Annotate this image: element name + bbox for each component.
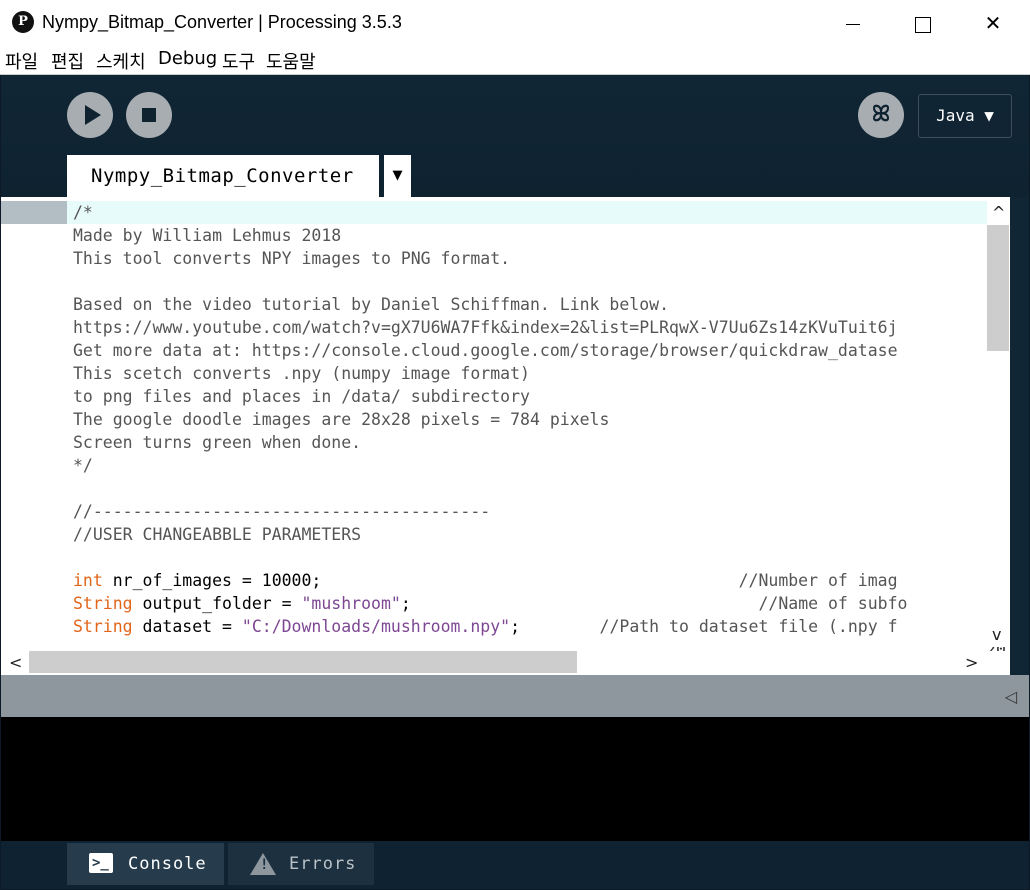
stop-button[interactable]: [126, 92, 172, 138]
code-token: to png files and places in /data/ subdir…: [73, 387, 530, 406]
tab-label: Nympy_Bitmap_Converter: [91, 165, 354, 187]
run-button[interactable]: [67, 92, 113, 138]
minimize-button[interactable]: [830, 0, 876, 46]
code-token: Get more data at: https://console.cloud.…: [73, 341, 898, 360]
menu-debug[interactable]: Debug: [158, 48, 217, 69]
tab-sketch[interactable]: Nympy_Bitmap_Converter: [67, 155, 379, 197]
code-line[interactable]: The google doodle images are 28x28 pixel…: [73, 408, 609, 431]
code-token: /*: [73, 203, 93, 222]
code-token: dataset =: [132, 617, 242, 636]
code-line[interactable]: Made by William Lehmus 2018: [73, 224, 341, 247]
stop-icon: [142, 108, 156, 122]
vertical-scroll-thumb[interactable]: [987, 225, 1009, 351]
code-editor[interactable]: 1234567891011121314151617181920 /*Made b…: [1, 197, 1010, 651]
console-tab-bar: >_ Console ! Errors: [1, 841, 1029, 889]
code-token: */: [73, 456, 93, 475]
play-icon: [85, 105, 101, 125]
mode-selector[interactable]: Java ▼: [918, 94, 1012, 138]
title-bar: P Nympy_Bitmap_Converter | Processing 3.…: [0, 0, 1030, 46]
code-token: String: [73, 594, 133, 613]
code-token: nr_of_images = 10000;: [102, 571, 322, 590]
code-token: //--------------------------------------…: [73, 502, 491, 521]
code-token: //USER CHANGEABBLE PARAMETERS: [73, 525, 362, 544]
menu-sketch[interactable]: 스케치: [96, 48, 146, 74]
code-token: Screen turns green when done.: [73, 433, 362, 452]
code-line[interactable]: */: [73, 454, 93, 477]
console-output[interactable]: [1, 717, 1029, 841]
tab-console[interactable]: >_ Console: [67, 843, 224, 885]
maximize-button[interactable]: [900, 0, 946, 46]
code-line[interactable]: Screen turns green when done.: [73, 431, 361, 454]
collapse-console-icon[interactable]: ◁: [1005, 687, 1017, 706]
code-line[interactable]: https://www.youtube.com/watch?v=gX7U6WA7…: [73, 316, 898, 339]
code-token: Made by William Lehmus 2018: [73, 226, 342, 245]
code-line[interactable]: Based on the video tutorial by Daniel Sc…: [73, 293, 669, 316]
status-bar: ◁: [1, 675, 1029, 717]
code-line[interactable]: Get more data at: https://console.cloud.…: [73, 339, 898, 362]
terminal-icon: >_: [89, 853, 113, 873]
debug-button[interactable]: ꕤ: [858, 92, 904, 138]
scroll-down-icon[interactable]: v: [992, 625, 1001, 644]
code-line[interactable]: This scetch converts .npy (numpy image f…: [73, 362, 530, 385]
code-token: "mushroom": [301, 594, 401, 613]
menu-file[interactable]: 파일: [5, 48, 38, 74]
code-token: //Number of imag: [321, 571, 898, 590]
close-button[interactable]: ✕: [970, 0, 1016, 46]
minimize-icon: [846, 24, 860, 25]
code-token: "C:/Downloads/mushroom.npy": [241, 617, 511, 636]
toolbar: ꕤ Java ▼ Nympy_Bitmap_Converter ▼: [1, 75, 1029, 197]
code-token: String: [73, 617, 133, 636]
scroll-left-icon[interactable]: <: [9, 653, 22, 672]
menu-edit[interactable]: 편집: [51, 48, 84, 74]
code-line[interactable]: int nr_of_images = 10000; //Number of im…: [73, 569, 898, 592]
editor-right-border: [1010, 197, 1029, 675]
code-token: //Path to dataset file (.npy f: [520, 617, 898, 636]
horizontal-scroll-thumb[interactable]: [29, 651, 577, 673]
code-token: int: [73, 571, 103, 590]
code-token: This scetch converts .npy (numpy image f…: [73, 364, 530, 383]
code-line[interactable]: This tool converts NPY images to PNG for…: [73, 247, 510, 270]
code-line[interactable]: /*: [73, 201, 93, 224]
code-token: The google doodle images are 28x28 pixel…: [73, 410, 610, 429]
tab-errors[interactable]: ! Errors: [228, 843, 374, 885]
code-line[interactable]: //--------------------------------------…: [73, 500, 490, 523]
tab-menu-button[interactable]: ▼: [384, 155, 411, 197]
current-line-gutter-highlight: [1, 201, 67, 224]
processing-logo-icon: P: [12, 11, 34, 33]
horizontal-scrollbar[interactable]: < >: [1, 651, 1010, 675]
menu-help[interactable]: 도움말: [266, 48, 316, 74]
code-token: https://www.youtube.com/watch?v=gX7U6WA7…: [73, 318, 898, 337]
code-line[interactable]: String dataset = "C:/Downloads/mushroom.…: [73, 615, 898, 638]
window-title: Nympy_Bitmap_Converter | Processing 3.5.…: [42, 12, 402, 32]
butterfly-debug-icon: ꕤ: [871, 102, 891, 127]
scroll-up-icon[interactable]: ^: [992, 203, 1005, 222]
tab-console-label: Console: [128, 854, 207, 874]
code-token: output_folder =: [132, 594, 302, 613]
code-token: ;: [510, 617, 521, 636]
warning-icon: !: [250, 853, 276, 875]
code-line[interactable]: //USER CHANGEABBLE PARAMETERS: [73, 523, 361, 546]
menu-tools[interactable]: 도구: [222, 48, 255, 74]
menu-bar: 파일 편집 스케치 Debug 도구 도움말: [0, 46, 1030, 75]
code-line[interactable]: to png files and places in /data/ subdir…: [73, 385, 530, 408]
maximize-icon: [915, 16, 931, 33]
code-token: ;: [400, 594, 411, 613]
code-line[interactable]: String output_folder = "mushroom"; //Nam…: [73, 592, 907, 615]
scroll-right-icon[interactable]: >: [965, 653, 978, 672]
code-token: Based on the video tutorial by Daniel Sc…: [73, 295, 670, 314]
code-text[interactable]: /* Made by William Lehmus 2018 This tool c…: [67, 197, 987, 651]
processing-window: P Nympy_Bitmap_Converter | Processing 3.…: [0, 0, 1030, 890]
tab-errors-label: Errors: [289, 854, 357, 874]
code-token: This tool converts NPY images to PNG for…: [73, 249, 511, 268]
line-number-gutter: [1, 197, 67, 651]
code-token: //Name of subfo: [410, 594, 908, 613]
